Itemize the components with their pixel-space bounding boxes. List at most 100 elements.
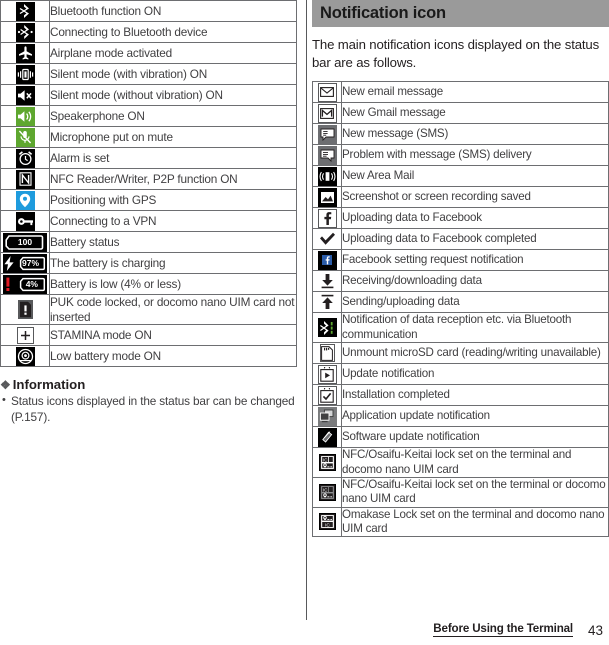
page-footer: Before Using the Terminal 43: [0, 617, 609, 641]
notification-icon-label: NFC/Osaifu-Keitai lock set on the termin…: [341, 447, 609, 478]
bluetooth-on-icon: [15, 1, 35, 21]
table-row: Uploading data to Facebook: [312, 207, 609, 230]
status-icon-cell: 4%: [0, 273, 50, 295]
notification-icon-cell: IC: [312, 506, 342, 538]
svg-text:IC: IC: [322, 487, 326, 492]
speakerphone-icon: [15, 106, 35, 126]
table-row: Facebook setting request notification: [312, 249, 609, 272]
status-icon-cell: [0, 189, 50, 211]
status-icon-cell: 97%: [0, 252, 50, 274]
notification-icon-cell: [312, 312, 342, 344]
notification-icon-label: Software update notification: [341, 426, 609, 449]
table-row: 100 Battery status: [0, 231, 297, 253]
table-row: Sending/uploading data: [312, 291, 609, 314]
battery-low-icon: 4%: [3, 274, 47, 294]
status-icon-cell: [0, 63, 50, 85]
right-column: Notification icon The main notification …: [312, 0, 609, 538]
status-icon-label: NFC Reader/Writer, P2P function ON: [49, 168, 297, 190]
notification-icon-label: Update notification: [341, 363, 609, 386]
battery-status-icon: 100: [3, 232, 47, 252]
nfc-lock-both-icon: IC: [318, 453, 336, 471]
footer-chapter-title: Before Using the Terminal: [433, 622, 573, 637]
battery-level-value: 100: [17, 236, 33, 247]
battery-level-value: 97%: [21, 257, 39, 268]
facebook-upload-icon: [317, 208, 337, 228]
status-icon-cell: [0, 105, 50, 127]
table-row: Positioning with GPS: [0, 189, 297, 211]
status-icon-label: Silent mode (without vibration) ON: [49, 84, 297, 106]
table-row: Screenshot or screen recording saved: [312, 186, 609, 209]
screenshot-saved-icon: [317, 187, 337, 207]
notification-icon-label: New Area Mail: [341, 165, 609, 188]
install-complete-icon: [317, 385, 337, 405]
microsd-unmount-icon: [319, 344, 335, 363]
alarm-clock-icon: [15, 148, 35, 168]
notification-icon-label: Uploading data to Facebook completed: [341, 228, 609, 251]
status-icon-table: Bluetooth function ON Connecting to Blue…: [0, 0, 297, 368]
bluetooth-transfer-icon: [317, 318, 337, 338]
information-heading-label: Information: [12, 377, 86, 393]
sms-problem-icon: [317, 145, 337, 165]
silent-mute-icon: [15, 85, 35, 105]
software-update-icon: [317, 427, 337, 447]
gmail-icon: [317, 103, 337, 123]
notification-icon-label: Receiving/downloading data: [341, 270, 609, 293]
table-row: Speakerphone ON: [0, 105, 297, 127]
table-row: Notification of data reception etc. via …: [312, 312, 609, 344]
table-row: Software update notification: [312, 426, 609, 449]
notification-icon-cell: [312, 123, 342, 146]
list-item: Status icons displayed in the status bar…: [0, 393, 297, 425]
notification-icon-cell: [312, 228, 342, 251]
status-icon-label: Connecting to Bluetooth device: [49, 21, 297, 43]
status-icon-cell: [0, 210, 50, 232]
information-heading: ❖ Information: [0, 377, 297, 392]
status-icon-cell: [0, 126, 50, 148]
table-row: IC Omakase Lock set on the terminal and …: [312, 506, 609, 538]
notification-icon-label: Application update notification: [341, 405, 609, 428]
table-row: PUK code locked, or docomo nano UIM card…: [0, 293, 297, 326]
status-icon-label: Microphone put on mute: [49, 126, 297, 148]
status-icon-label: Alarm is set: [49, 147, 297, 169]
notification-icon-cell: [312, 102, 342, 125]
column-divider: [306, 0, 307, 620]
notification-icon-label: Facebook setting request notification: [341, 249, 609, 272]
status-icon-cell: [0, 42, 50, 64]
manual-page: Bluetooth function ON Connecting to Blue…: [0, 0, 609, 645]
intro-paragraph: The main notification icons displayed on…: [312, 37, 600, 71]
upload-arrow-icon: [317, 292, 337, 312]
table-row: New Area Mail: [312, 165, 609, 188]
status-icon-label: STAMINA mode ON: [49, 324, 297, 347]
table-row: Update notification: [312, 363, 609, 386]
notification-icon-cell: [312, 270, 342, 293]
area-mail-icon: [317, 166, 337, 186]
table-row: Silent mode (with vibration) ON: [0, 63, 297, 85]
table-row: Connecting to Bluetooth device: [0, 21, 297, 43]
table-row: Problem with message (SMS) delivery: [312, 144, 609, 167]
status-icon-label: Silent mode (with vibration) ON: [49, 63, 297, 85]
table-row: Microphone put on mute: [0, 126, 297, 148]
status-icon-cell: [0, 21, 50, 43]
download-arrow-icon: [317, 271, 337, 291]
svg-text:IC: IC: [325, 523, 330, 529]
notification-icon-label: Installation completed: [341, 384, 609, 407]
sms-new-icon: [317, 124, 337, 144]
status-icon-cell: [0, 84, 50, 106]
notification-icon-cell: [312, 342, 342, 365]
page-title: Notification icon: [320, 4, 446, 22]
status-icon-label: PUK code locked, or docomo nano UIM card…: [49, 293, 297, 326]
gps-pin-icon: [15, 190, 35, 210]
notification-icon-cell: [312, 291, 342, 314]
notification-icon-label: New email message: [341, 81, 609, 104]
notification-icon-cell: IC: [312, 476, 342, 508]
notification-icon-cell: [312, 363, 342, 386]
table-row: New email message: [312, 81, 609, 104]
left-column: Bluetooth function ON Connecting to Blue…: [0, 0, 297, 425]
status-icon-label: Airplane mode activated: [49, 42, 297, 64]
notification-icon-cell: [312, 384, 342, 407]
status-icon-label: Speakerphone ON: [49, 105, 297, 127]
table-row: 4% Battery is low (4% or less): [0, 273, 297, 295]
table-row: Bluetooth function ON: [0, 0, 297, 22]
notification-icon-label: Omakase Lock set on the terminal and doc…: [341, 506, 609, 538]
stamina-mode-icon: [16, 326, 34, 344]
status-icon-cell: [0, 0, 50, 22]
